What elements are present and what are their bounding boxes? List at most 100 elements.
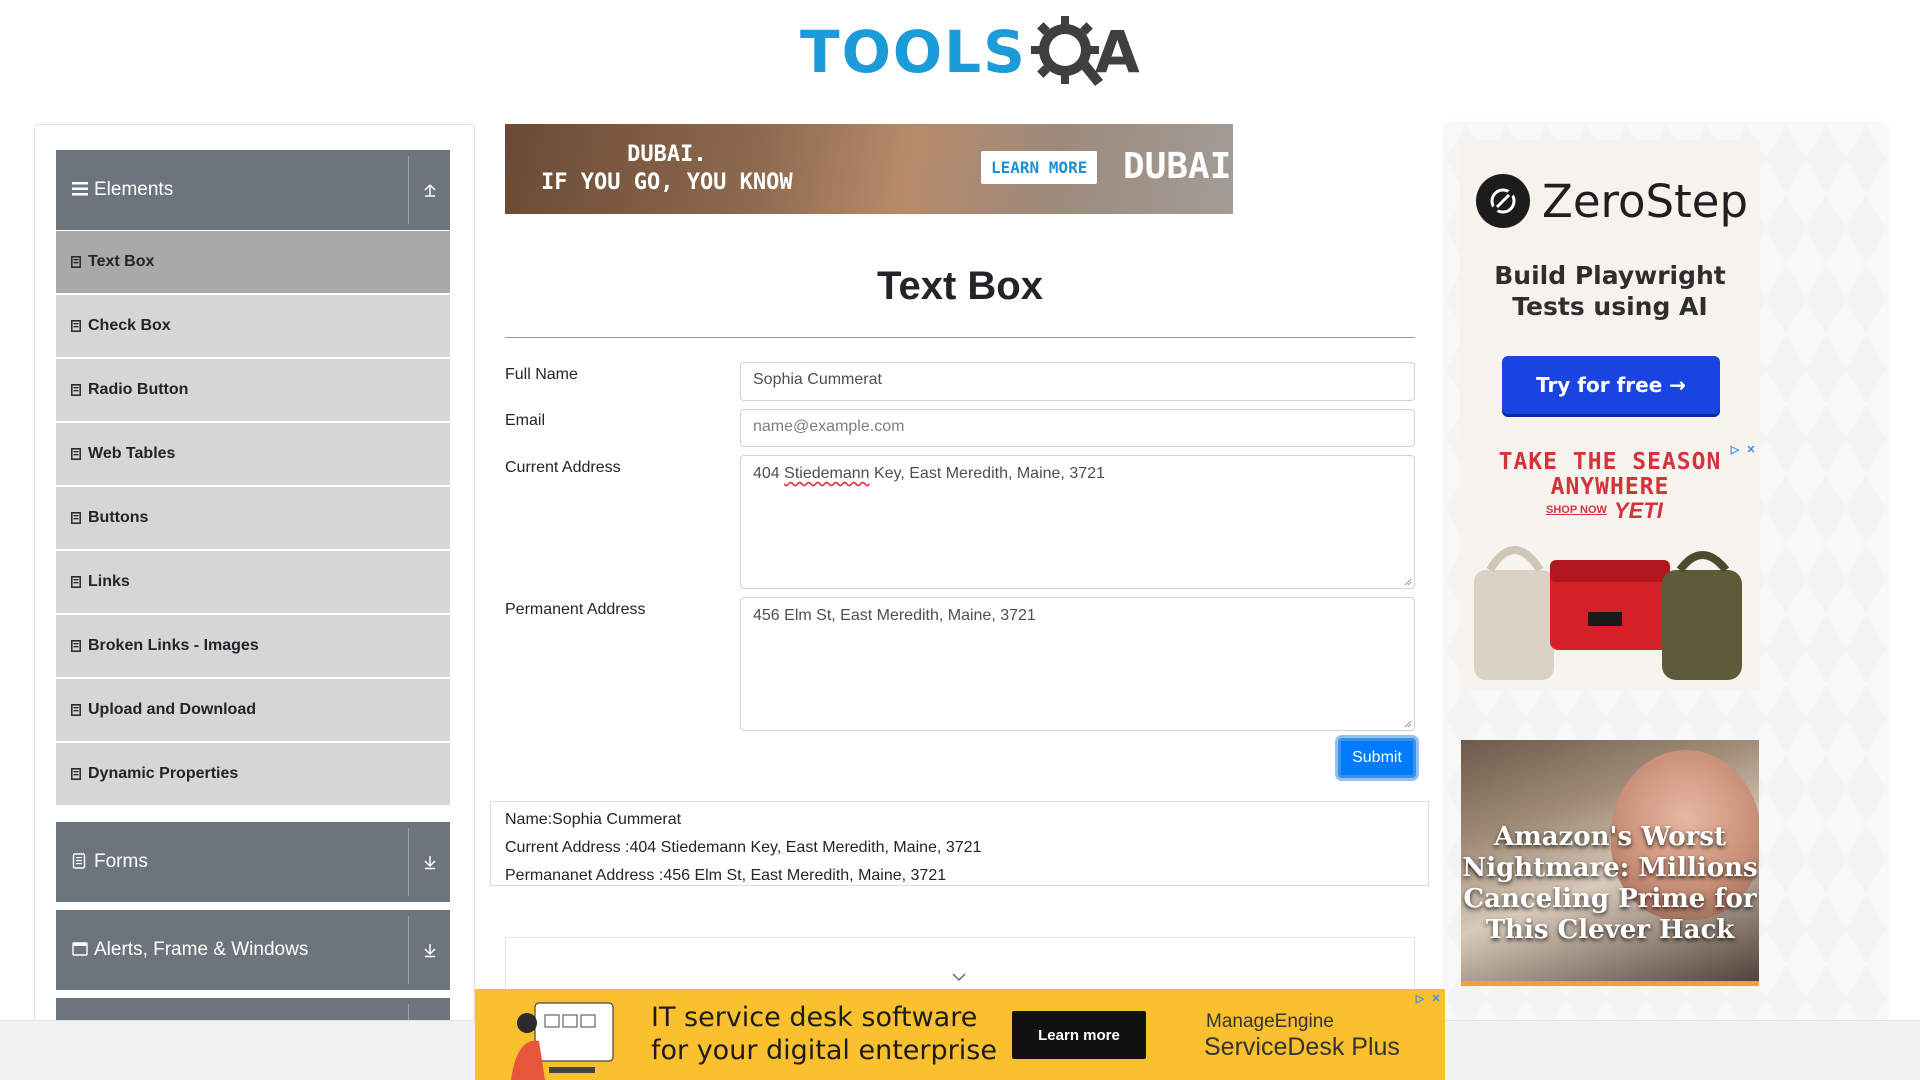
- output-current-address: Current Address :404 Stiedemann Key, Eas…: [505, 839, 982, 856]
- servicedesk-ad-headline: IT service desk software for your digita…: [651, 1001, 997, 1067]
- file-icon: [70, 447, 82, 461]
- yeti-headline-line2: ANYWHERE: [1550, 474, 1670, 500]
- yeti-ad[interactable]: ▷ ✕ TAKE THE SEASON ANYWHERE SHOP NOW YE…: [1460, 440, 1760, 690]
- output-name: Name:Sophia Cummerat: [505, 811, 682, 828]
- zerostep-logo: ZeroStep: [1476, 174, 1748, 228]
- manageengine-brand: ManageEngine: [1206, 1011, 1334, 1032]
- email-label: Email: [505, 412, 546, 429]
- sidebar-item-label: Radio Button: [88, 381, 189, 398]
- permanent-address-text: 456 Elm St, East Meredith, Maine, 3721: [753, 607, 1036, 624]
- ad-brand-logo: DUBAI: [1123, 146, 1232, 187]
- sidebar-item-label: Broken Links - Images: [88, 637, 259, 654]
- ad-accent-bar: [1461, 981, 1759, 986]
- sidebar-item-label: Web Tables: [88, 445, 176, 462]
- spellcheck-word: Stiedemann: [784, 465, 870, 482]
- ad-learn-more-button[interactable]: LEARN MORE: [981, 151, 1098, 184]
- learn-more-button[interactable]: Learn more: [1012, 1011, 1146, 1059]
- title-divider: [505, 337, 1415, 338]
- yeti-brand: YETI: [1614, 498, 1663, 523]
- full-name-label: Full Name: [505, 366, 578, 383]
- elements-menu-list: Text Box Check Box Radio Button Web Tabl…: [56, 231, 450, 807]
- submit-button[interactable]: Submit: [1338, 738, 1416, 778]
- zerostep-tagline-line2: Tests using AI: [1512, 292, 1708, 321]
- sidebar-item-label: Buttons: [88, 509, 149, 526]
- yeti-headline-line1: TAKE THE SEASON: [1498, 449, 1722, 475]
- permanent-address-textarea[interactable]: 456 Elm St, East Meredith, Maine, 3721: [740, 597, 1415, 731]
- servicedesk-headline-line1: IT service desk software: [651, 1002, 978, 1033]
- zerostep-ad[interactable]: ZeroStep Build Playwright Tests using AI…: [1460, 140, 1760, 440]
- yeti-headline: TAKE THE SEASON ANYWHERE: [1460, 450, 1760, 500]
- helpdesk-illustration: [511, 1002, 614, 1080]
- try-for-free-button[interactable]: Try for free →: [1502, 356, 1720, 414]
- current-address-text-start: 404: [753, 465, 785, 482]
- file-icon: [70, 575, 82, 589]
- sidebar-item-buttons[interactable]: Buttons: [56, 487, 450, 549]
- close-icon[interactable]: ✕: [1429, 991, 1443, 1005]
- toolsqa-logo[interactable]: TOOLS A: [800, 14, 1140, 90]
- window-icon: [72, 941, 90, 959]
- sidebar-item-radio-button[interactable]: Radio Button: [56, 359, 450, 421]
- sidebar-item-check-box[interactable]: Check Box: [56, 295, 450, 357]
- zerostep-icon: [1476, 174, 1530, 228]
- ad-choices[interactable]: ▷ ✕: [1413, 991, 1443, 1005]
- email-input[interactable]: name@example.com: [740, 409, 1415, 447]
- current-address-textarea[interactable]: 404 Stiedemann Key, East Meredith, Maine…: [740, 455, 1415, 589]
- servicedesk-ad[interactable]: IT service desk software for your digita…: [475, 989, 1445, 1080]
- permanent-address-label: Permanent Address: [505, 601, 646, 618]
- amazon-ad-headline: Amazon's Worst Nightmare: Millions Cance…: [1462, 822, 1758, 945]
- zerostep-name: ZeroStep: [1542, 174, 1749, 228]
- page: TOOLS A Elements Text Box Check Box Radi…: [0, 0, 1920, 1080]
- sidebar-item-label: Text Box: [88, 253, 155, 270]
- output-panel: Name:Sophia Cummerat Current Address :40…: [490, 801, 1429, 886]
- zerostep-tagline: Build Playwright Tests using AI: [1460, 260, 1760, 322]
- full-name-input[interactable]: Sophia Cummerat: [740, 362, 1415, 401]
- gear-magnifier-icon: [1029, 14, 1105, 90]
- sidebar-item-broken-links[interactable]: Broken Links - Images: [56, 615, 450, 677]
- servicedesk-headline-line2: for your digital enterprise: [651, 1035, 997, 1066]
- document-icon: [72, 852, 90, 872]
- chevron-down-icon[interactable]: [951, 972, 967, 982]
- file-icon: [70, 511, 82, 525]
- file-icon: [70, 639, 82, 653]
- file-icon: [70, 767, 82, 781]
- expand-arrow-icon[interactable]: [408, 828, 450, 896]
- sidebar-item-dynamic-properties[interactable]: Dynamic Properties: [56, 743, 450, 805]
- group-label-forms: Forms: [94, 851, 148, 872]
- yeti-products-image: [1474, 546, 1742, 680]
- sidebar-item-text-box[interactable]: Text Box: [56, 231, 450, 293]
- group-header-elements[interactable]: Elements: [56, 150, 450, 230]
- group-header-forms[interactable]: Forms: [56, 822, 450, 902]
- adchoices-icon[interactable]: ▷: [1413, 991, 1427, 1005]
- page-title: Text Box: [877, 264, 1043, 308]
- resize-grip-icon[interactable]: [1404, 720, 1412, 728]
- sidebar-item-label: Dynamic Properties: [88, 765, 239, 782]
- amazon-ad[interactable]: Amazon's Worst Nightmare: Millions Cance…: [1461, 740, 1759, 986]
- file-icon: [70, 255, 82, 269]
- ad-headline-line1: DUBAI.: [627, 142, 707, 167]
- sidebar-item-label: Links: [88, 573, 130, 590]
- sidebar-item-upload-download[interactable]: Upload and Download: [56, 679, 450, 741]
- group-header-alerts[interactable]: Alerts, Frame & Windows: [56, 910, 450, 990]
- sidebar-item-links[interactable]: Links: [56, 551, 450, 613]
- sidebar-item-label: Upload and Download: [88, 701, 256, 718]
- collapse-arrow-icon[interactable]: [408, 156, 450, 224]
- site-header: TOOLS A: [0, 0, 1920, 100]
- group-label-alerts: Alerts, Frame & Windows: [94, 939, 309, 960]
- resize-grip-icon[interactable]: [1404, 578, 1412, 586]
- current-address-label: Current Address: [505, 459, 621, 476]
- left-sidebar: Elements Text Box Check Box Radio Button…: [34, 124, 475, 1024]
- current-address-text-end: Key, East Meredith, Maine, 3721: [869, 465, 1105, 482]
- ad-headline-line2: IF YOU GO, YOU KNOW: [541, 170, 793, 195]
- ad-headline: DUBAI. IF YOU GO, YOU KNOW: [541, 141, 793, 197]
- sidebar-item-web-tables[interactable]: Web Tables: [56, 423, 450, 485]
- sidebar-item-label: Check Box: [88, 317, 171, 334]
- top-banner-ad[interactable]: DUBAI. IF YOU GO, YOU KNOW LEARN MORE DU…: [505, 124, 1233, 214]
- servicedesk-plus-brand: ServiceDesk Plus: [1204, 1033, 1400, 1061]
- expand-arrow-icon[interactable]: [408, 916, 450, 984]
- hamburger-icon: [72, 181, 90, 199]
- zerostep-tagline-line1: Build Playwright: [1494, 261, 1726, 290]
- file-icon: [70, 383, 82, 397]
- yeti-shop-now[interactable]: SHOP NOW: [1546, 504, 1607, 516]
- logo-tools-text: TOOLS: [800, 18, 1027, 86]
- file-icon: [70, 319, 82, 333]
